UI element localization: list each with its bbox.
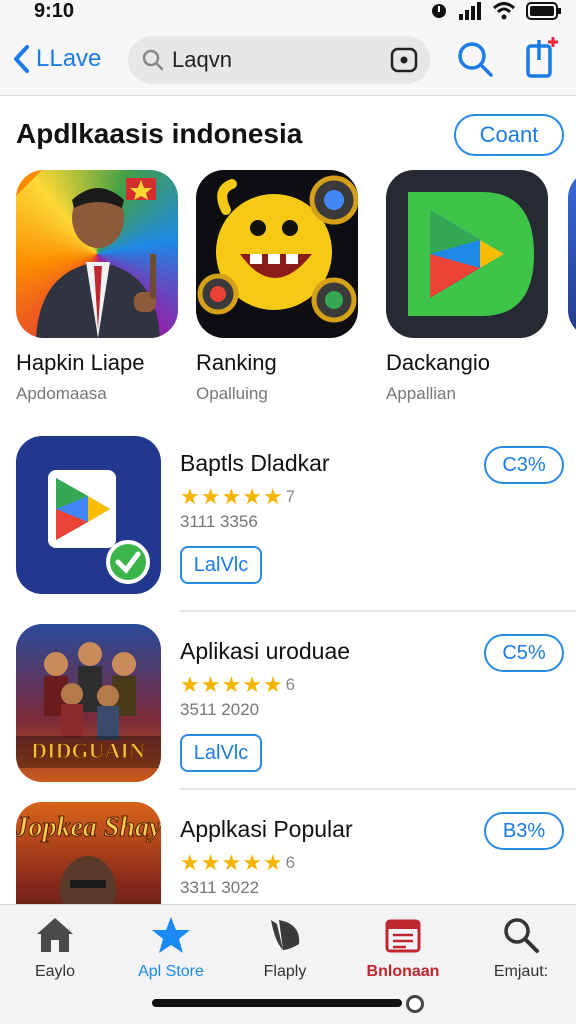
search-icon [504,918,539,953]
tab-app-store[interactable]: Apl Store [116,915,226,987]
camera-icon[interactable] [390,46,418,74]
home-icon [37,918,73,952]
search-icon [142,49,164,71]
section-title: Apdlkaasis indonesia [16,118,303,149]
wifi-icon [492,2,516,20]
star-icon: ★ [262,672,283,697]
featured-name: Ranking [196,350,277,375]
star-icon: ★ [221,672,242,697]
app-meta: 3311 3022 [180,878,260,897]
svg-text:DIDGUAIN: DIDGUAIN [31,738,145,763]
tab-label: Bnlonaan [366,963,440,980]
featured-card-partial[interactable] [568,170,576,338]
app-meta: 3511 2020 [180,700,260,719]
count-button[interactable]: Coant [454,114,564,156]
star-icon: ★ [180,672,200,697]
star-icon: ★ [262,484,283,509]
featured-card[interactable]: Ranking Opalluing [196,170,366,404]
status-time: 9:10 [34,0,75,22]
star-rating: ★ ★ ★ ★ ★ 6 [180,850,295,876]
app-meta: 3111 3356 [180,512,258,531]
tab-calendar[interactable]: Bnlonaan [348,915,458,987]
app-list-item[interactable]: Baptls Dladkar ★ ★ ★ ★ ★ 7 3111 3356 LalVlc … [0,436,576,606]
share-icon[interactable] [524,36,560,80]
rating-value: 6 [285,675,296,694]
back-label: LLave [36,45,102,72]
app-list-item[interactable]: DIDGUAIN Aplikasi uroduae ★ ★ ★ ★ ★ 6 3511 2… [0,624,576,794]
back-button[interactable]: LLave [12,40,101,78]
featured-name: Hapkin Liape [16,350,145,375]
home-indicator-dot [406,995,424,1013]
play-logo-thumbnail [386,170,548,338]
status-icons [430,2,562,20]
tab-home[interactable]: Eaylo [0,915,110,987]
star-icon [152,917,190,953]
star-icon: ★ [242,484,262,509]
divider [180,610,576,612]
tab-label: Flaply [263,963,307,980]
divider [180,788,576,790]
yellow-monster-thumbnail [196,170,358,338]
star-icon: ★ [200,484,221,509]
star-icon: ★ [262,850,283,875]
star-icon: ★ [221,850,242,875]
get-button[interactable]: LalVlc [180,734,262,772]
app-title: Applkasi Popular [180,816,353,842]
home-indicator[interactable] [152,999,402,1007]
featured-subtitle: Appallian [386,384,456,403]
leaf-icon [271,920,300,950]
featured-subtitle: Opalluing [196,384,268,403]
price-button[interactable]: B3% [484,812,564,850]
tab-label: Apl Store [138,963,204,980]
rating-value: 6 [285,853,296,872]
star-rating: ★ ★ ★ ★ ★ 6 [180,672,295,698]
get-button[interactable]: LalVlc [180,546,262,584]
tab-play[interactable]: Flaply [230,915,340,987]
rating-value: 7 [285,487,296,506]
star-icon: ★ [180,484,200,509]
price-button[interactable]: C3% [484,446,564,484]
man-in-suit-thumbnail [16,170,178,338]
status-bar: 9:10 [0,0,576,26]
star-icon: ★ [180,850,200,875]
app-title: Baptls Dladkar [180,450,330,476]
tab-label: Eaylo [34,963,76,980]
star-icon: ★ [242,672,262,697]
battery-icon [526,2,561,20]
nav-bar: LLave [0,26,576,96]
featured-card[interactable]: Dackangio Appallian [386,170,556,404]
tab-search[interactable]: Emjaut: [466,915,576,987]
game-poster-icon: DIDGUAIN [16,624,161,782]
search-field[interactable] [128,36,430,84]
search-button-icon[interactable] [456,40,494,78]
svg-text:Jopkea Shay: Jopkea Shay [16,812,161,843]
star-icon: ★ [200,850,221,875]
calendar-icon [385,919,421,953]
app-thumbnail [568,170,576,338]
star-icon: ★ [200,672,221,697]
featured-carousel[interactable]: Hapkin Liape Apdomaasa Ranking Opalluing… [0,170,576,410]
tab-bar: Eaylo Apl Store Flaply Bnlonaan Emjaut: [0,904,576,1024]
star-icon: ★ [242,850,262,875]
alarm-icon [432,4,446,18]
star-icon: ★ [221,484,242,509]
search-input[interactable] [172,47,372,73]
star-rating: ★ ★ ★ ★ ★ 7 [180,484,295,510]
featured-card[interactable]: Hapkin Liape Apdomaasa [16,170,186,404]
featured-name: Dackangio [386,350,490,375]
signal-icon [459,2,481,20]
app-title: Aplikasi uroduae [180,638,351,664]
price-button[interactable]: C5% [484,634,564,672]
play-logo-checkmark-icon [16,436,161,594]
tab-label: Emjaut: [493,963,549,980]
featured-subtitle: Apdomaasa [16,384,107,403]
chevron-left-icon [14,45,29,73]
